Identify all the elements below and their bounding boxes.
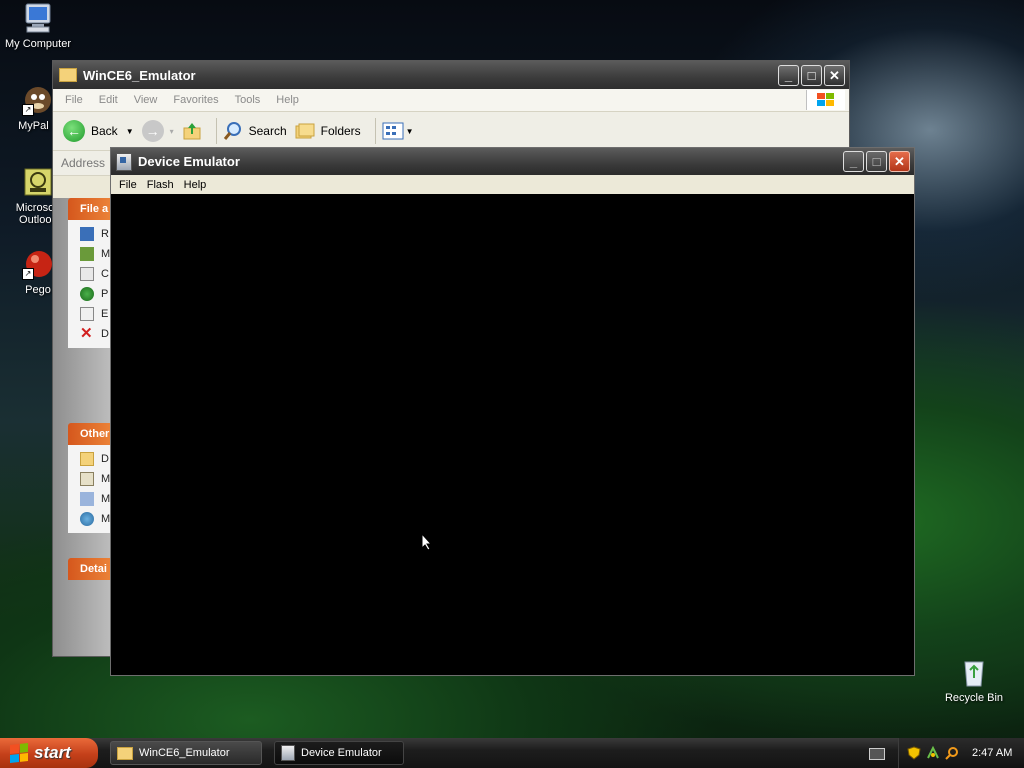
emulator-caption-buttons: _ □ ✕: [843, 151, 914, 172]
menu-file[interactable]: File: [114, 179, 142, 191]
minimize-button[interactable]: _: [778, 64, 799, 86]
explorer-caption-buttons: _ □ ✕: [778, 64, 849, 86]
dropdown-arrow-icon: ▾: [169, 126, 174, 136]
shortcut-arrow-icon: ↗: [22, 268, 34, 280]
shortcut-arrow-icon: ↗: [22, 104, 34, 116]
desktop-icon-recycle-bin[interactable]: Recycle Bin: [934, 656, 1014, 704]
start-label: start: [34, 743, 71, 762]
menu-favorites[interactable]: Favorites: [165, 94, 226, 106]
dropdown-arrow-icon[interactable]: ▼: [126, 127, 134, 136]
emulator-title-bar[interactable]: Device Emulator _ □ ✕: [111, 148, 914, 175]
email-icon: [80, 307, 94, 321]
search-label: Search: [248, 124, 287, 138]
my-computer-icon: [22, 2, 54, 34]
views-icon: [382, 122, 404, 140]
system-tray: 2:47 AM: [898, 738, 1024, 768]
forward-button[interactable]: → ▾: [141, 120, 174, 142]
search-tray-icon[interactable]: [945, 746, 959, 760]
rename-icon: [80, 227, 94, 241]
maximize-button[interactable]: □: [801, 64, 822, 86]
copy-icon: [80, 267, 94, 281]
my-documents-icon: [80, 472, 94, 486]
back-arrow-icon: ←: [63, 120, 85, 142]
explorer-menu-bar: File Edit View Favorites Tools Help: [53, 89, 849, 112]
menu-view[interactable]: View: [126, 94, 166, 106]
menu-flash[interactable]: Flash: [142, 179, 179, 191]
menu-tools[interactable]: Tools: [227, 94, 269, 106]
emulator-screen[interactable]: [111, 195, 914, 675]
desktop-icon-label: My Computer: [4, 38, 72, 50]
explorer-title-bar[interactable]: WinCE6_Emulator _ □ ✕: [53, 61, 849, 89]
taskbar-button-label: Device Emulator: [301, 747, 382, 759]
dropdown-arrow-icon: ▼: [405, 126, 414, 136]
toolbar-separator: [215, 118, 217, 144]
device-emulator-window: Device Emulator _ □ ✕ File Flash Help: [110, 147, 915, 676]
back-button[interactable]: ← Back ▼: [63, 120, 134, 142]
folders-button[interactable]: Folders: [295, 122, 361, 140]
folder-icon: [59, 68, 77, 82]
recycle-bin-icon: [958, 656, 990, 688]
folder-icon: [80, 452, 94, 466]
move-icon: [80, 247, 94, 261]
outlook-icon: [22, 166, 54, 198]
folders-label: Folders: [320, 124, 361, 138]
explorer-title: WinCE6_Emulator: [83, 67, 196, 83]
up-folder-icon: [182, 121, 202, 141]
address-label: Address: [61, 156, 106, 170]
desktop-icon-label: Recycle Bin: [944, 692, 1004, 704]
pego-icon: ↗: [22, 248, 54, 280]
emulator-menu-bar: File Flash Help: [111, 175, 914, 194]
taskbar-button-emulator[interactable]: Device Emulator: [274, 741, 404, 765]
search-icon: [223, 121, 243, 141]
views-button[interactable]: ▼: [382, 122, 414, 140]
menu-edit[interactable]: Edit: [91, 94, 126, 106]
publish-icon: [80, 287, 94, 301]
clock[interactable]: 2:47 AM: [972, 747, 1012, 759]
close-button[interactable]: ✕: [889, 151, 910, 172]
explorer-toolbar: ← Back ▼ → ▾ Search Folders ▼: [53, 112, 849, 151]
task-pane: File a R M C P E ✕ D Other D M M M Detai: [53, 198, 118, 656]
up-folder-button[interactable]: [182, 121, 202, 141]
network-places-icon: [80, 512, 94, 526]
toolbar-separator: [374, 118, 376, 144]
my-computer-icon: [80, 492, 94, 506]
forward-arrow-icon: →: [141, 120, 164, 142]
mouse-cursor-icon: [421, 532, 433, 551]
taskbar-button-explorer[interactable]: WinCE6_Emulator: [110, 741, 262, 765]
search-button[interactable]: Search: [223, 121, 287, 141]
minimize-button[interactable]: _: [843, 151, 864, 172]
menu-help[interactable]: Help: [179, 179, 212, 191]
emulator-icon: [281, 745, 295, 761]
emulator-title: Device Emulator: [138, 154, 240, 169]
menu-help[interactable]: Help: [268, 94, 307, 106]
network-icon[interactable]: [926, 745, 940, 760]
windows-logo-icon: [10, 743, 28, 763]
windows-flag-icon: [806, 90, 845, 110]
taskbar-button-label: WinCE6_Emulator: [139, 747, 230, 759]
keyboard-icon[interactable]: [869, 748, 885, 760]
mypal-icon: ↗: [22, 84, 54, 116]
close-button[interactable]: ✕: [824, 64, 845, 86]
delete-icon: ✕: [80, 325, 93, 342]
folder-icon: [117, 746, 133, 760]
start-button[interactable]: start: [0, 738, 98, 768]
maximize-button[interactable]: □: [866, 151, 887, 172]
desktop-icon-my-computer[interactable]: My Computer: [0, 2, 78, 50]
folders-icon: [295, 122, 315, 140]
menu-file[interactable]: File: [57, 94, 91, 106]
device-emulator-icon: [116, 152, 132, 171]
security-shield-icon[interactable]: [907, 746, 921, 760]
back-label: Back: [91, 124, 118, 138]
